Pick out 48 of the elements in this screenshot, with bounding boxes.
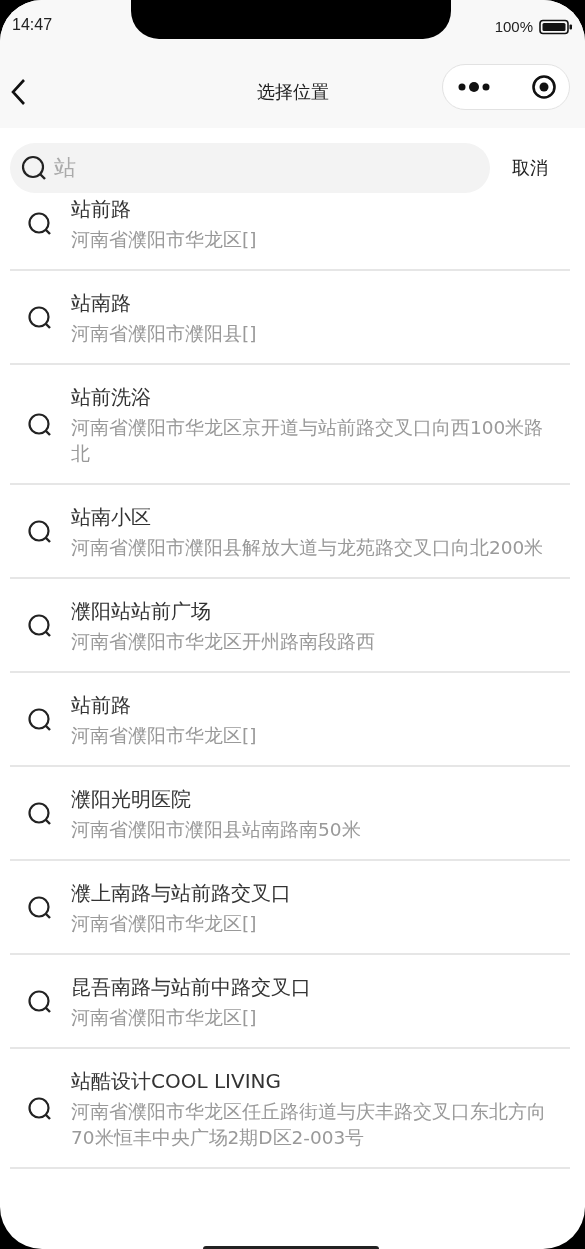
search-icon bbox=[27, 707, 53, 733]
battery-icon bbox=[539, 18, 573, 35]
place-name: 站前路 bbox=[71, 196, 132, 223]
result-item[interactable]: 濮上南路与站前路交叉口 河南省濮阳市华龙区[] bbox=[10, 861, 570, 955]
place-address: 河南省濮阳市华龙区开州路南段路西 bbox=[71, 630, 376, 654]
more-icon[interactable] bbox=[457, 80, 491, 93]
search-icon bbox=[27, 613, 53, 639]
place-address: 河南省濮阳市华龙区任丘路街道与庆丰路交叉口东北方向70米恒丰中央广场2期D区2-003号 bbox=[71, 1100, 547, 1150]
cancel-button[interactable]: 取消 bbox=[510, 152, 550, 184]
place-address: 河南省濮阳市华龙区[] bbox=[71, 228, 258, 252]
search-icon bbox=[27, 1096, 53, 1122]
result-item[interactable]: 站前洗浴 河南省濮阳市华龙区京开道与站前路交叉口向西100米路北 bbox=[10, 365, 570, 485]
search-icon bbox=[27, 305, 53, 331]
search-icon bbox=[27, 989, 53, 1015]
page-title: 选择位置 bbox=[256, 79, 329, 104]
result-item[interactable]: 站南小区 河南省濮阳市濮阳县解放大道与龙苑路交叉口向北200米 bbox=[10, 485, 570, 579]
place-name: 濮阳站站前广场 bbox=[71, 598, 212, 625]
place-name: 濮上南路与站前路交叉口 bbox=[71, 880, 292, 907]
close-icon[interactable] bbox=[531, 73, 557, 100]
place-name: 濮阳光明医院 bbox=[71, 786, 192, 813]
search-icon bbox=[27, 895, 53, 921]
search-icon bbox=[27, 211, 53, 237]
place-address: 河南省濮阳市华龙区[] bbox=[71, 1006, 258, 1030]
place-address: 河南省濮阳市华龙区[] bbox=[71, 912, 258, 936]
place-address: 河南省濮阳市濮阳县[] bbox=[71, 322, 258, 346]
search-icon bbox=[27, 801, 53, 827]
result-item[interactable]: 濮阳站站前广场 河南省濮阳市华龙区开州路南段路西 bbox=[10, 579, 570, 673]
result-item[interactable]: 站前路 河南省濮阳市华龙区[] bbox=[10, 191, 570, 271]
place-name: 站南小区 bbox=[71, 504, 152, 531]
place-name: 站酷设计COOL LIVING bbox=[71, 1068, 283, 1095]
place-address: 河南省濮阳市华龙区[] bbox=[71, 724, 258, 748]
place-name: 昆吾南路与站前中路交叉口 bbox=[71, 974, 312, 1001]
search-icon bbox=[27, 519, 53, 545]
result-item[interactable]: 站前路 河南省濮阳市华龙区[] bbox=[10, 673, 570, 767]
back-icon[interactable] bbox=[10, 77, 26, 106]
result-item[interactable]: 站酷设计COOL LIVING 河南省濮阳市华龙区任丘路街道与庆丰路交叉口东北方向70米恒丰中央广场2期D区2-003号 bbox=[10, 1049, 570, 1169]
search-icon bbox=[27, 412, 53, 438]
status-time: 14:47 bbox=[12, 16, 53, 34]
result-item[interactable]: 昆吾南路与站前中路交叉口 河南省濮阳市华龙区[] bbox=[10, 955, 570, 1049]
result-item[interactable]: 站南路 河南省濮阳市濮阳县[] bbox=[10, 271, 570, 365]
battery-percent: 100% bbox=[494, 18, 533, 35]
place-address: 河南省濮阳市濮阳县站南路南50米 bbox=[71, 818, 362, 842]
place-address: 河南省濮阳市华龙区京开道与站前路交叉口向西100米路北 bbox=[71, 416, 545, 466]
place-name: 站南路 bbox=[71, 290, 132, 317]
result-item[interactable]: 濮阳光明医院 河南省濮阳市濮阳县站南路南50米 bbox=[10, 767, 570, 861]
place-name: 站前洗浴 bbox=[71, 384, 152, 411]
place-address: 河南省濮阳市濮阳县解放大道与龙苑路交叉口向北200米 bbox=[71, 536, 545, 560]
place-name: 站前路 bbox=[71, 692, 132, 719]
